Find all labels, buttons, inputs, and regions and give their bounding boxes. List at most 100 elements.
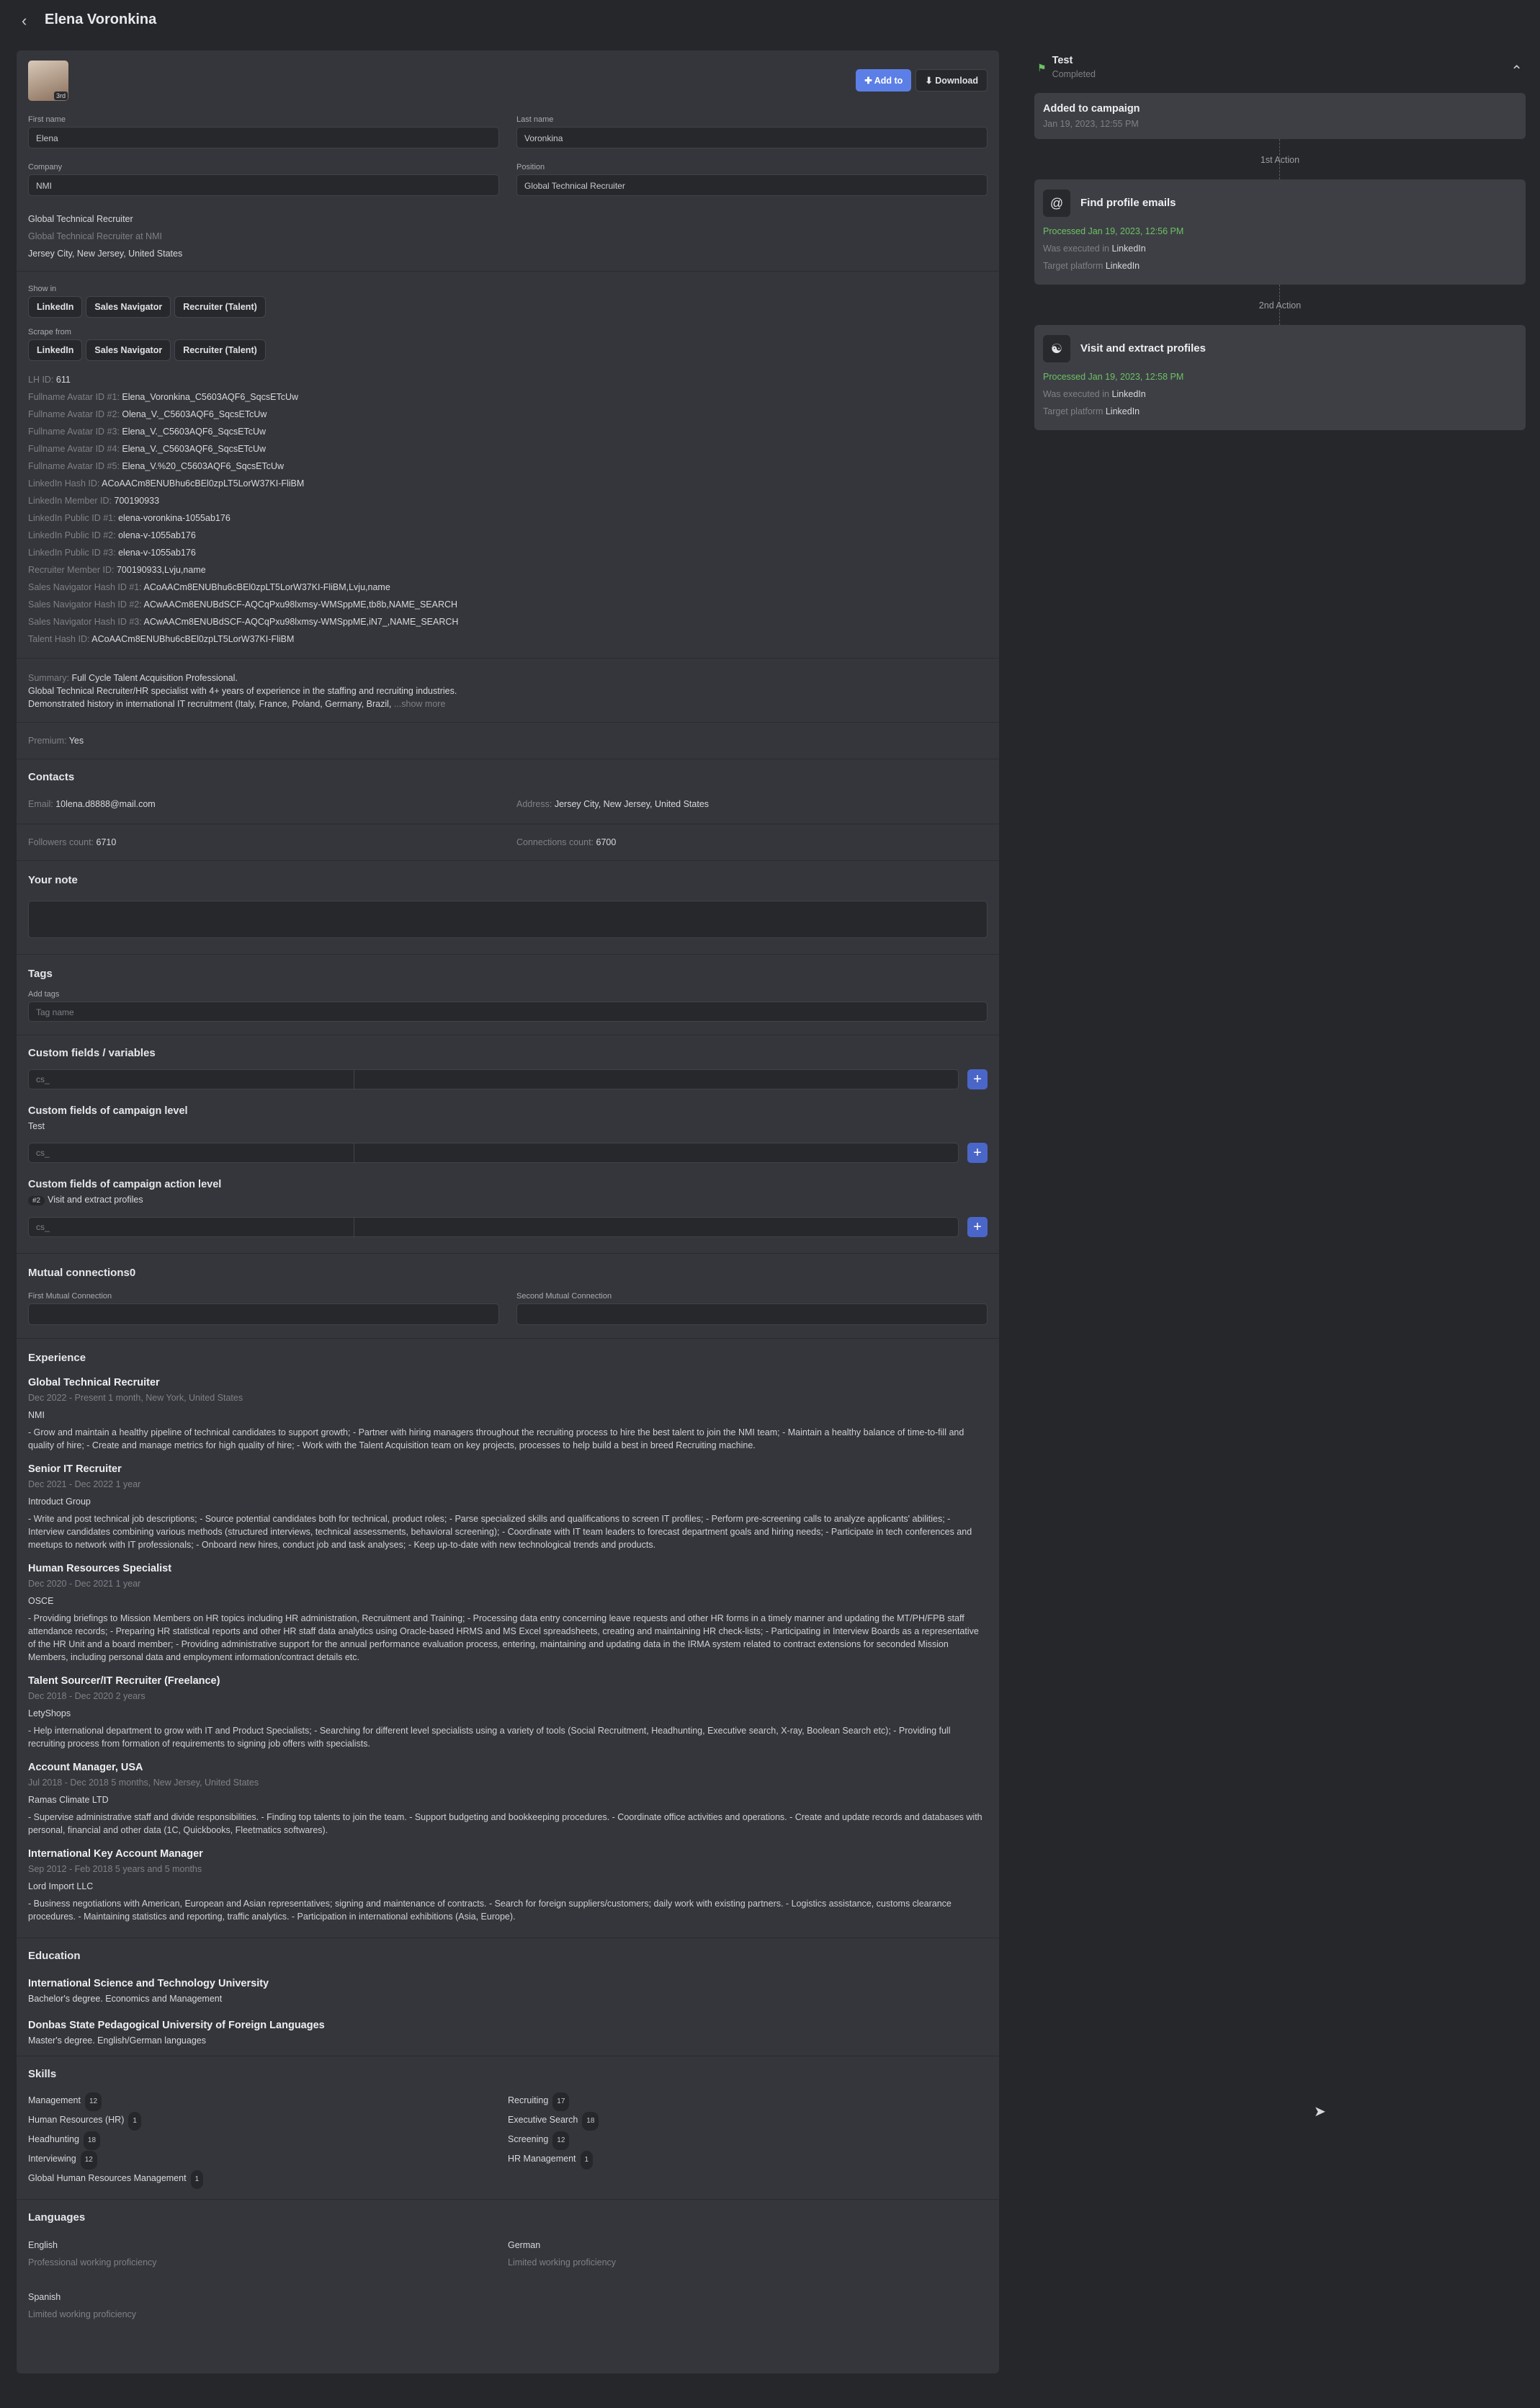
skill-item: Screening 12 bbox=[508, 2131, 988, 2150]
language-item: English Professional working proficiency bbox=[28, 2240, 157, 2267]
skills-title: Skills bbox=[28, 2068, 57, 2080]
education-title: Education bbox=[28, 1950, 81, 1962]
show-in-linkedin-chip[interactable]: LinkedIn bbox=[28, 296, 83, 318]
id-row: Fullname Avatar ID #5: Elena_V.%20_C5603… bbox=[28, 461, 285, 471]
plus-icon: ✚ bbox=[864, 76, 874, 86]
id-row: Fullname Avatar ID #3: Elena_V._C5603AQF… bbox=[28, 427, 267, 437]
at-icon: @ bbox=[1043, 189, 1070, 217]
skill-item: HR Management 1 bbox=[508, 2150, 988, 2170]
show-in-label: Show in bbox=[28, 285, 57, 293]
first-mutual-label: First Mutual Connection bbox=[28, 1292, 112, 1301]
campaign-custom-fields-title: Custom fields of campaign level bbox=[28, 1105, 188, 1117]
first-name-field[interactable]: Elena bbox=[28, 127, 499, 148]
scrape-recruiter-chip[interactable]: Recruiter (Talent) bbox=[174, 339, 266, 361]
last-name-field[interactable]: Voronkina bbox=[516, 127, 988, 148]
show-in-sales-navigator-chip[interactable]: Sales Navigator bbox=[86, 296, 171, 318]
mouse-cursor-icon: ➤ bbox=[1314, 2104, 1326, 2120]
first-name-label: First name bbox=[28, 115, 66, 124]
skill-item: Global Human Resources Management 1 bbox=[28, 2170, 508, 2189]
address: Address: Jersey City, New Jersey, United… bbox=[516, 799, 709, 809]
contacts-title: Contacts bbox=[28, 771, 75, 783]
experience-item: Human Resources Specialist Dec 2020 - Dec… bbox=[28, 1563, 979, 1662]
your-note-title: Your note bbox=[28, 874, 78, 886]
id-row: Sales Navigator Hash ID #2: ACwAACm8ENUB… bbox=[28, 599, 458, 610]
second-mutual-label: Second Mutual Connection bbox=[516, 1292, 612, 1301]
add-custom-field-button[interactable]: + bbox=[967, 1069, 988, 1089]
experience-item: Global Technical Recruiter Dec 2022 - Pre… bbox=[28, 1377, 964, 1450]
campaign-name: Test bbox=[1052, 55, 1073, 66]
custom-field-input[interactable]: cs_ bbox=[28, 1069, 959, 1089]
language-item: Spanish Limited working proficiency bbox=[28, 2292, 137, 2319]
avatar: 3rd bbox=[28, 61, 68, 101]
premium: Premium: Yes bbox=[17, 723, 999, 759]
page-title: Elena Voronkina bbox=[45, 12, 157, 27]
action-card-visit-profiles[interactable]: ☯ Visit and extract profiles Processed Ja… bbox=[1034, 325, 1526, 430]
id-row: LinkedIn Public ID #1: elena-voronkina-1… bbox=[28, 513, 230, 523]
add-action-field-button[interactable]: + bbox=[967, 1217, 988, 1237]
campaign-name: Test bbox=[28, 1121, 45, 1131]
custom-fields-title: Custom fields / variables bbox=[28, 1047, 156, 1059]
experience-item: Senior IT Recruiter Dec 2021 - Dec 2022 1… bbox=[28, 1463, 972, 1550]
language-item: German Limited working proficiency bbox=[508, 2240, 617, 2267]
id-row: LinkedIn Member ID: 700190933 bbox=[28, 496, 160, 506]
languages-title: Languages bbox=[28, 2211, 86, 2224]
skill-item: Human Resources (HR) 1 bbox=[28, 2111, 508, 2131]
second-mutual-field[interactable] bbox=[516, 1303, 988, 1325]
headline-sub: Global Technical Recruiter at NMI bbox=[28, 231, 162, 241]
back-arrow-icon[interactable]: ‹ bbox=[22, 12, 27, 30]
skill-item: Headhunting 18 bbox=[28, 2131, 508, 2150]
connections-count: Connections count: 6700 bbox=[516, 837, 617, 847]
download-button[interactable]: ⬇ Download bbox=[916, 69, 988, 92]
position-label: Position bbox=[516, 163, 545, 171]
last-name-label: Last name bbox=[516, 115, 554, 124]
download-icon: ⬇ bbox=[925, 76, 936, 86]
note-textarea[interactable] bbox=[28, 901, 988, 938]
company-label: Company bbox=[28, 163, 63, 171]
first-mutual-field[interactable] bbox=[28, 1303, 499, 1325]
id-row: LH ID: 611 bbox=[28, 375, 71, 385]
followers-count: Followers count: 6710 bbox=[28, 837, 117, 847]
position-field[interactable]: Global Technical Recruiter bbox=[516, 174, 988, 196]
education-item: Donbas State Pedagogical University of F… bbox=[28, 2020, 325, 2046]
skill-item: Recruiting 17 bbox=[508, 2092, 988, 2111]
degree-badge: 3rd bbox=[53, 92, 68, 100]
experience-item: Talent Sourcer/IT Recruiter (Freelance) D… bbox=[28, 1675, 951, 1749]
company-field[interactable]: NMI bbox=[28, 174, 499, 196]
campaign-custom-field-input[interactable]: cs_ bbox=[28, 1143, 959, 1163]
location: Jersey City, New Jersey, United States bbox=[28, 249, 183, 259]
experience-title: Experience bbox=[28, 1352, 86, 1364]
id-row: Fullname Avatar ID #2: Olena_V._C5603AQF… bbox=[28, 409, 267, 419]
skill-item: Management 12 bbox=[28, 2092, 508, 2111]
experience-item: International Key Account Manager Sep 201… bbox=[28, 1848, 952, 1922]
skill-item: Interviewing 12 bbox=[28, 2150, 508, 2170]
id-row: Talent Hash ID: ACoAACm8ENUBhu6cBEl0zpLT… bbox=[28, 634, 295, 644]
show-more-link[interactable]: ...show more bbox=[394, 699, 446, 709]
chevron-up-icon[interactable]: ⌃ bbox=[1510, 62, 1523, 80]
profile-panel: 3rd ✚ Add to ⬇ Download First name Elena … bbox=[17, 50, 999, 2373]
id-row: LinkedIn Public ID #3: elena-v-1055ab176 bbox=[28, 548, 196, 558]
email: Email: 10lena.d8888@mail.com bbox=[28, 799, 156, 809]
flag-icon: ⚑ bbox=[1037, 62, 1047, 73]
added-to-campaign-card: Added to campaign Jan 19, 2023, 12:55 PM bbox=[1034, 93, 1526, 139]
id-list: LH ID: 611 Fullname Avatar ID #1: Elena_… bbox=[28, 371, 988, 648]
id-row: Sales Navigator Hash ID #3: ACwAACm8ENUB… bbox=[28, 617, 459, 627]
action-card-find-emails[interactable]: @ Find profile emails Processed Jan 19, 2… bbox=[1034, 179, 1526, 285]
id-row: Recruiter Member ID: 700190933,Lvju,name bbox=[28, 565, 206, 575]
add-tags-label: Add tags bbox=[28, 990, 60, 999]
add-campaign-field-button[interactable]: + bbox=[967, 1143, 988, 1163]
tags-title: Tags bbox=[28, 968, 53, 980]
summary: Summary: Full Cycle Talent Acquisition P… bbox=[17, 659, 999, 723]
tag-input[interactable]: Tag name bbox=[28, 1002, 988, 1022]
id-row: LinkedIn Public ID #2: olena-v-1055ab176 bbox=[28, 530, 196, 540]
scrape-linkedin-chip[interactable]: LinkedIn bbox=[28, 339, 83, 361]
action-custom-field-input[interactable]: cs_ bbox=[28, 1217, 959, 1237]
campaign-header[interactable]: ⚑ Test Completed ⌃ bbox=[1034, 50, 1526, 93]
show-in-recruiter-chip[interactable]: Recruiter (Talent) bbox=[174, 296, 266, 318]
campaign-status: Completed bbox=[1052, 69, 1096, 79]
add-to-button[interactable]: ✚ Add to bbox=[856, 69, 912, 92]
scrape-from-label: Scrape from bbox=[28, 328, 71, 336]
scrape-sales-navigator-chip[interactable]: Sales Navigator bbox=[86, 339, 171, 361]
action-separator: 2nd Action bbox=[1034, 285, 1526, 325]
skill-item: Executive Search 18 bbox=[508, 2111, 988, 2131]
id-row: Fullname Avatar ID #4: Elena_V._C5603AQF… bbox=[28, 444, 267, 454]
